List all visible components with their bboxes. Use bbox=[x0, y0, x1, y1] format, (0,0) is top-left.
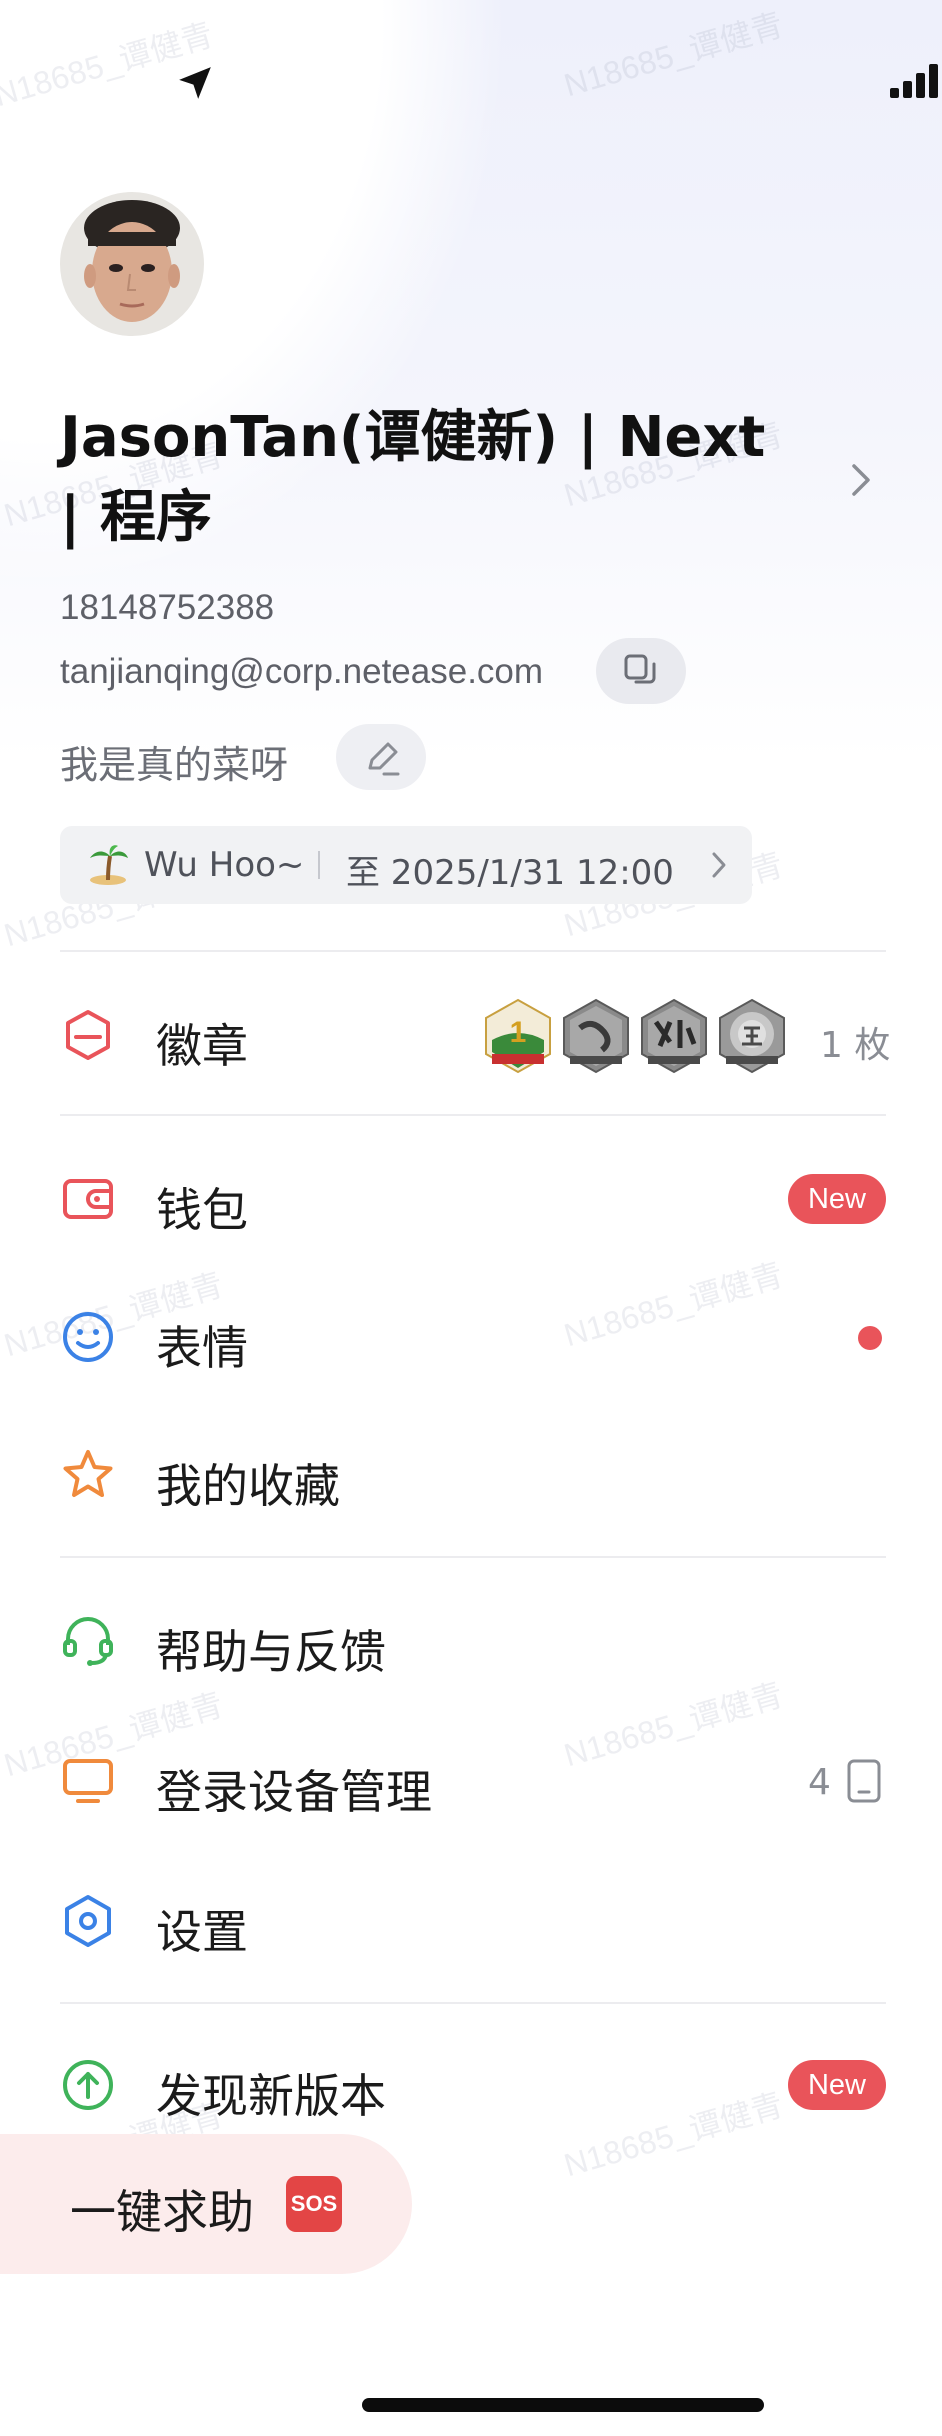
pencil-icon bbox=[368, 742, 400, 776]
status-pill[interactable]: Wu Hoo~ 至 2025/1/31 12:00 bbox=[60, 826, 752, 904]
new-badge: New bbox=[788, 1174, 886, 1224]
badge-icon bbox=[66, 1010, 110, 1060]
badge-count: 1 枚 bbox=[820, 1025, 891, 1066]
sos-icon: SOS bbox=[286, 2176, 342, 2232]
section-divider bbox=[60, 1114, 886, 1116]
section-divider bbox=[60, 1556, 886, 1558]
home-indicator[interactable] bbox=[362, 2398, 764, 2412]
menu-label: 发现新版本 bbox=[156, 2069, 386, 2123]
menu-item-favorites[interactable]: 我的收藏 bbox=[0, 1420, 942, 1530]
menu-label: 钱包 bbox=[156, 1183, 248, 1237]
menu-label: 表情 bbox=[156, 1321, 248, 1375]
location-arrow-icon bbox=[179, 67, 211, 99]
status-text: Wu Hoo~ bbox=[144, 845, 305, 885]
palm-tree-icon bbox=[90, 845, 128, 885]
new-badge: New bbox=[788, 2060, 886, 2110]
wallet-icon bbox=[63, 1179, 113, 1219]
smiley-icon bbox=[63, 1312, 113, 1362]
headset-icon bbox=[63, 1617, 113, 1666]
svg-text:1: 1 bbox=[510, 1016, 527, 1049]
status-separator bbox=[318, 851, 320, 879]
badge-passion-icon bbox=[563, 998, 629, 1074]
copy-icon bbox=[624, 654, 656, 684]
chevron-right-icon bbox=[712, 852, 726, 878]
menu-item-update[interactable]: 发现新版本 New bbox=[0, 2030, 942, 2140]
notification-dot bbox=[858, 1326, 882, 1350]
header-background bbox=[0, 0, 942, 760]
menu-label: 徽章 bbox=[156, 1019, 248, 1073]
section-divider bbox=[60, 950, 886, 952]
badge-integrity-icon bbox=[719, 998, 785, 1074]
badge-1-icon: 1 bbox=[485, 998, 551, 1074]
copy-email-button[interactable] bbox=[596, 638, 686, 704]
cellular-signal-icon bbox=[890, 64, 938, 98]
settings-hexagon-icon bbox=[65, 1895, 111, 1947]
menu-item-settings[interactable]: 设置 bbox=[0, 1866, 942, 1976]
menu-label: 登录设备管理 bbox=[156, 1765, 432, 1819]
phone-number: 18148752388 bbox=[60, 588, 275, 627]
menu-label: 帮助与反馈 bbox=[156, 1625, 386, 1679]
device-count: 4 bbox=[808, 1762, 831, 1803]
menu-item-devices[interactable]: 登录设备管理 4 bbox=[0, 1726, 942, 1836]
star-icon bbox=[63, 1450, 113, 1497]
menu-label: 我的收藏 bbox=[156, 1459, 340, 1513]
sos-help-button[interactable]: 一键求助 SOS bbox=[0, 2134, 412, 2274]
menu-label: 设置 bbox=[156, 1905, 248, 1959]
email-address: tanjianqing@corp.netease.com bbox=[60, 652, 544, 691]
sos-label: 一键求助 bbox=[70, 2185, 254, 2239]
menu-item-help[interactable]: 帮助与反馈 bbox=[0, 1586, 942, 1696]
status-until: 至 2025/1/31 12:00 bbox=[346, 853, 674, 893]
menu-item-emoji[interactable]: 表情 bbox=[0, 1282, 942, 1392]
menu-item-badges[interactable]: 徽章 1 1 枚 bbox=[0, 980, 942, 1090]
chevron-right-icon[interactable] bbox=[846, 462, 876, 498]
edit-signature-button[interactable] bbox=[336, 724, 426, 790]
badge-innovation-icon bbox=[641, 998, 707, 1074]
badge-icons: 1 bbox=[485, 998, 785, 1074]
profile-name: JasonTan(谭健新) | Next | 程序 bbox=[60, 405, 766, 550]
phone-device-icon bbox=[847, 1759, 881, 1803]
monitor-icon bbox=[63, 1759, 113, 1803]
avatar[interactable] bbox=[60, 192, 204, 336]
menu-item-wallet[interactable]: 钱包 New bbox=[0, 1144, 942, 1254]
section-divider bbox=[60, 2002, 886, 2004]
signature-text: 我是真的菜呀 bbox=[60, 743, 289, 787]
upgrade-arrow-icon bbox=[63, 2060, 113, 2110]
